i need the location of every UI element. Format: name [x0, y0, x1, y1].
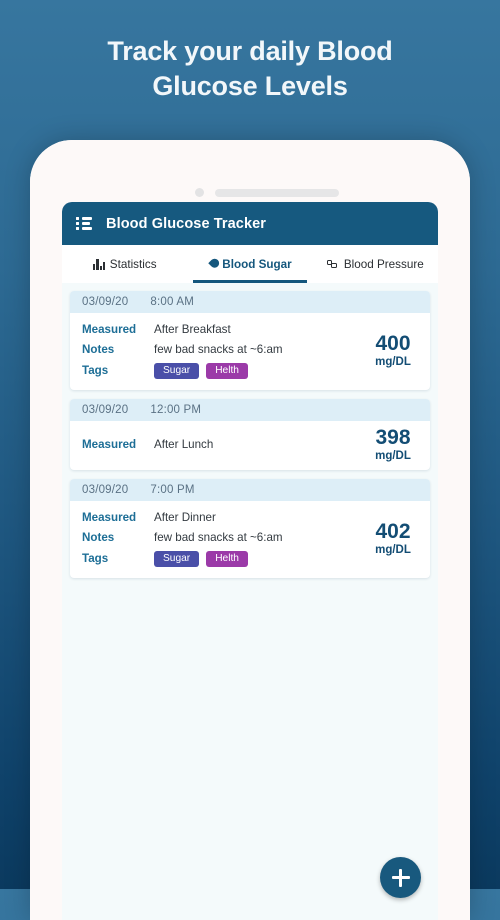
row-measured: Measured After Lunch	[82, 435, 358, 455]
reading-time: 7:00 PM	[150, 484, 195, 497]
tab-statistics-label: Statistics	[109, 257, 157, 271]
reading-list: 03/09/20 8:00 AM Measured After Breakfas…	[62, 283, 438, 579]
reading-time: 12:00 PM	[150, 404, 202, 417]
droplet-icon	[208, 258, 217, 270]
phone-mockup: Blood Glucose Tracker Statistics Blood S…	[30, 140, 470, 920]
reading-time: 8:00 AM	[150, 296, 194, 308]
reading-detail-rows: Measured After Lunch	[82, 435, 358, 455]
reading-unit: mg/DL	[375, 356, 411, 369]
reading-card-body: Measured After Dinner Notes few bad snac…	[70, 501, 430, 578]
tab-blood-pressure-label: Blood Pressure	[343, 257, 424, 271]
tag-list: Sugar Helth	[154, 362, 248, 379]
row-measured-label: Measured	[82, 510, 137, 524]
add-reading-fab[interactable]	[380, 857, 421, 898]
row-measured: Measured After Breakfast	[82, 319, 358, 339]
reading-unit: mg/DL	[375, 544, 411, 557]
reading-value-block: 400 mg/DL	[358, 333, 420, 368]
app-screen: Blood Glucose Tracker Statistics Blood S…	[62, 202, 438, 920]
reading-value-block: 402 mg/DL	[358, 521, 420, 556]
tag-list: Sugar Helth	[154, 550, 248, 567]
reading-date: 03/09/20	[82, 404, 129, 417]
promo-headline-line1: Track your daily Blood	[107, 36, 393, 66]
row-notes: Notes few bad snacks at ~6:am	[82, 527, 358, 547]
earpiece-speaker	[215, 189, 339, 197]
reading-detail-rows: Measured After Dinner Notes few bad snac…	[82, 507, 358, 570]
row-measured-value: After Dinner	[154, 510, 216, 524]
row-measured-label: Measured	[82, 438, 137, 452]
tab-blood-sugar-label: Blood Sugar	[222, 257, 292, 271]
row-measured-value: After Lunch	[154, 438, 214, 452]
reading-card-header: 03/09/20 8:00 AM	[70, 291, 430, 313]
row-measured-value: After Breakfast	[154, 322, 231, 336]
phone-top-bezel	[30, 140, 470, 202]
reading-value-block: 398 mg/DL	[358, 427, 420, 462]
tab-blood-sugar[interactable]: Blood Sugar	[187, 245, 312, 283]
list-icon[interactable]	[76, 217, 92, 230]
row-measured: Measured After Dinner	[82, 507, 358, 527]
reading-date: 03/09/20	[82, 296, 129, 308]
reading-card[interactable]: 03/09/20 12:00 PM Measured After Lunch 3…	[70, 399, 430, 471]
promo-headline-line2: Glucose Levels	[152, 70, 348, 101]
app-title: Blood Glucose Tracker	[106, 215, 267, 232]
reading-card-header: 03/09/20 12:00 PM	[70, 399, 430, 422]
front-camera-icon	[195, 188, 204, 197]
reading-date: 03/09/20	[82, 484, 129, 497]
bar-chart-icon	[92, 258, 106, 270]
app-bar: Blood Glucose Tracker	[62, 202, 438, 245]
row-tags: Tags Sugar Helth	[82, 547, 358, 570]
tab-statistics[interactable]: Statistics	[62, 245, 187, 283]
row-notes-label: Notes	[82, 530, 115, 544]
tag-chip[interactable]: Helth	[206, 362, 248, 379]
reading-unit: mg/DL	[375, 450, 411, 463]
reading-value: 398	[375, 426, 411, 450]
reading-card[interactable]: 03/09/20 7:00 PM Measured After Dinner N…	[70, 479, 430, 579]
row-notes-label: Notes	[82, 342, 115, 356]
row-notes: Notes few bad snacks at ~6:am	[82, 339, 358, 359]
reading-value: 400	[375, 332, 411, 356]
reading-card-body: Measured After Lunch 398 mg/DL	[70, 421, 430, 470]
tab-blood-pressure[interactable]: Blood Pressure	[313, 245, 438, 283]
reading-value: 402	[375, 520, 411, 544]
reading-card-body: Measured After Breakfast Notes few bad s…	[70, 313, 430, 390]
row-tags: Tags Sugar Helth	[82, 359, 358, 382]
reading-detail-rows: Measured After Breakfast Notes few bad s…	[82, 319, 358, 382]
reading-card[interactable]: 03/09/20 8:00 AM Measured After Breakfas…	[70, 291, 430, 391]
blood-pressure-icon	[326, 259, 339, 270]
tab-bar: Statistics Blood Sugar Blood Pressure	[62, 245, 438, 283]
row-tags-label: Tags	[82, 364, 109, 378]
row-tags-label: Tags	[82, 552, 109, 566]
reading-card-header: 03/09/20 7:00 PM	[70, 479, 430, 502]
tag-chip[interactable]: Helth	[206, 550, 248, 567]
row-measured-label: Measured	[82, 322, 137, 336]
row-notes-value: few bad snacks at ~6:am	[154, 342, 283, 356]
row-notes-value: few bad snacks at ~6:am	[154, 530, 283, 544]
promo-headline: Track your daily Blood Glucose Levels	[0, 34, 500, 103]
tag-chip[interactable]: Sugar	[154, 550, 200, 567]
tag-chip[interactable]: Sugar	[154, 362, 200, 379]
